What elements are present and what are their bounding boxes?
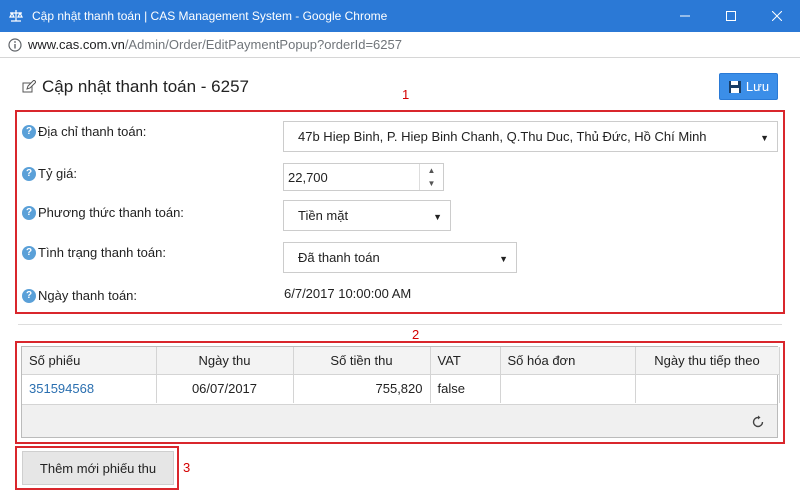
help-icon[interactable]: ?	[22, 245, 36, 260]
date-label: Ngày thanh toán:	[38, 288, 138, 303]
floppy-icon	[728, 80, 741, 93]
receipt-date-cell: 06/07/2017	[156, 374, 294, 403]
save-button[interactable]: Lưu	[719, 73, 778, 100]
method-label: Phương thức thanh toán:	[38, 205, 184, 220]
help-icon[interactable]: ?	[22, 288, 36, 303]
rate-input[interactable]: 22,700 ▲ ▼	[283, 163, 444, 191]
maximize-icon	[726, 11, 736, 21]
address-select[interactable]: 47b Hiep Binh, P. Hiep Binh Chanh, Q.Thu…	[283, 121, 778, 152]
divider	[18, 324, 782, 325]
receipt-table: Số phiếu Ngày thu Số tiền thu VAT Số hóa…	[22, 347, 780, 403]
scales-icon	[8, 8, 24, 24]
help-icon[interactable]: ?	[22, 205, 36, 220]
info-icon[interactable]	[8, 37, 22, 52]
column-header[interactable]: VAT	[430, 347, 501, 375]
annotation-2: 2	[412, 327, 420, 342]
status-label: Tình trạng thanh toán:	[38, 245, 166, 260]
date-value: 6/7/2017 10:00:00 AM	[284, 286, 412, 301]
column-header[interactable]: Ngày thu tiếp theo	[635, 347, 780, 375]
window-title: Cập nhật thanh toán | CAS Management Sys…	[32, 9, 388, 23]
column-header[interactable]: Số hóa đơn	[500, 347, 636, 375]
address-value: 47b Hiep Binh, P. Hiep Binh Chanh, Q.Thu…	[298, 129, 707, 144]
maximize-button[interactable]	[708, 0, 754, 32]
minimize-button[interactable]	[662, 0, 708, 32]
date-row: ? Ngày thanh toán:	[22, 288, 137, 303]
annotation-3: 3	[183, 460, 191, 475]
receipt-next-date-cell	[635, 374, 780, 403]
receipt-grid: Số phiếu Ngày thu Số tiền thu VAT Số hóa…	[21, 346, 780, 438]
minimize-icon	[680, 15, 690, 17]
url-text[interactable]: www.cas.com.vn/Admin/Order/EditPaymentPo…	[28, 37, 402, 52]
receipt-vat-cell: false	[430, 374, 501, 403]
column-header[interactable]: Số tiền thu	[293, 347, 431, 375]
rate-label: Tỷ giá:	[38, 166, 78, 181]
grid-footer	[22, 404, 777, 437]
address-bar[interactable]: www.cas.com.vn/Admin/Order/EditPaymentPo…	[0, 32, 800, 58]
close-button[interactable]	[754, 0, 800, 32]
column-header[interactable]: Số phiếu	[22, 347, 157, 375]
method-value: Tiền mặt	[298, 208, 349, 223]
url-domain: www.cas.com.vn	[28, 37, 125, 52]
address-label: Địa chỉ thanh toán:	[38, 124, 147, 139]
edit-icon	[22, 80, 36, 93]
table-header-row: Số phiếu Ngày thu Số tiền thu VAT Số hóa…	[22, 347, 780, 375]
add-receipt-button[interactable]: Thêm mới phiếu thu	[22, 451, 174, 485]
status-value: Đã thanh toán	[298, 250, 380, 265]
caret-down-icon: ▼	[433, 212, 442, 222]
close-icon	[772, 11, 782, 21]
stepper-down-icon[interactable]: ▼	[420, 177, 443, 190]
stepper-up-icon[interactable]: ▲	[420, 164, 443, 177]
caret-down-icon: ▼	[760, 133, 769, 143]
status-row: ? Tình trạng thanh toán:	[22, 245, 166, 260]
caret-down-icon: ▼	[499, 254, 508, 264]
receipt-amount-cell: 755,820	[293, 374, 431, 403]
add-receipt-label: Thêm mới phiếu thu	[39, 460, 157, 476]
page-title-text: Cập nhật thanh toán - 6257	[42, 77, 249, 96]
help-icon[interactable]: ?	[22, 124, 36, 139]
annotation-1: 1	[402, 87, 410, 102]
window-titlebar: Cập nhật thanh toán | CAS Management Sys…	[0, 0, 800, 32]
rate-value: 22,700	[288, 169, 328, 185]
receipt-invoice-cell	[500, 374, 636, 403]
page-title: Cập nhật thanh toán - 6257	[22, 77, 249, 97]
receipt-number-link[interactable]: 351594568	[22, 374, 157, 403]
address-row: ? Địa chỉ thanh toán:	[22, 124, 146, 139]
rate-row: ? Tỷ giá:	[22, 166, 77, 181]
column-header[interactable]: Ngày thu	[156, 347, 294, 375]
save-button-label: Lưu	[745, 79, 770, 94]
method-row: ? Phương thức thanh toán:	[22, 205, 184, 220]
status-select[interactable]: Đã thanh toán ▼	[283, 242, 517, 273]
url-path: /Admin/Order/EditPaymentPopup?orderId=62…	[124, 37, 402, 52]
help-icon[interactable]: ?	[22, 166, 36, 181]
method-select[interactable]: Tiền mặt ▼	[283, 200, 451, 231]
table-row: 351594568 06/07/2017 755,820 false	[22, 374, 780, 403]
rate-stepper[interactable]: ▲ ▼	[419, 164, 443, 190]
refresh-icon[interactable]	[751, 415, 765, 429]
